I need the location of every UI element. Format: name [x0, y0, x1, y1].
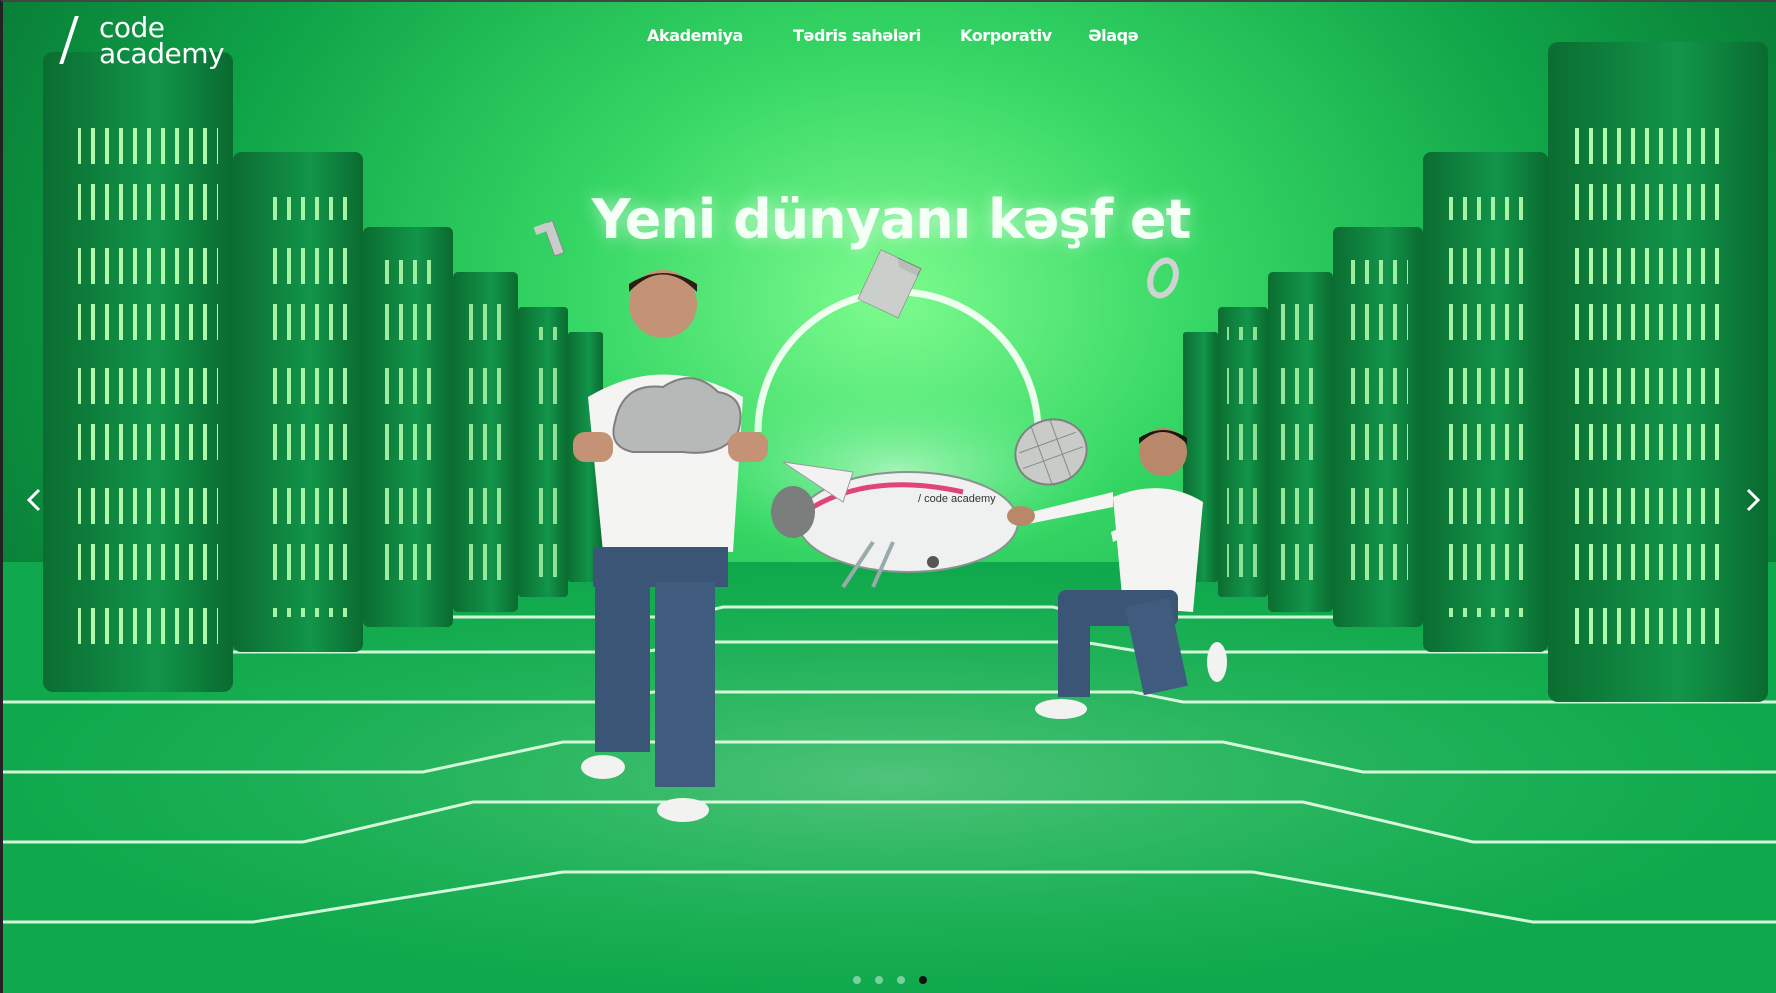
hero-slider: / code academy code academy Akademiya Tə…: [0, 0, 1776, 993]
carousel-dot-3[interactable]: [897, 976, 905, 984]
nav-item-elaqe[interactable]: Əlaqə: [1088, 26, 1139, 45]
carousel-prev-button[interactable]: [15, 480, 55, 520]
chevron-left-icon: [26, 488, 41, 512]
carousel-pagination: [853, 974, 933, 986]
hero-title: Yeni dünyanı kəşf et: [591, 188, 1192, 252]
site-header: code academy Akademiya Tədris sahələri K…: [3, 2, 1776, 82]
nav-item-tedris-saheleri[interactable]: Tədris sahələri: [793, 26, 921, 45]
floating-zero-shape: [1147, 257, 1179, 299]
floating-folder-shape: [857, 249, 922, 319]
svg-text:/ code academy: / code academy: [918, 493, 996, 505]
right-server-racks: [1183, 42, 1768, 702]
carousel-dot-1[interactable]: [853, 976, 861, 984]
main-nav: Akademiya Tədris sahələri Korporativ Əla…: [3, 26, 1776, 56]
chevron-right-icon: [1746, 488, 1761, 512]
hero-background-illustration: / code academy: [3, 42, 1776, 993]
carousel-dot-4[interactable]: [919, 976, 927, 984]
carousel-next-button[interactable]: [1732, 480, 1772, 520]
nav-item-korporativ[interactable]: Korporativ: [960, 26, 1052, 45]
nav-item-akademiya[interactable]: Akademiya: [647, 26, 743, 45]
carousel-dot-2[interactable]: [875, 976, 883, 984]
